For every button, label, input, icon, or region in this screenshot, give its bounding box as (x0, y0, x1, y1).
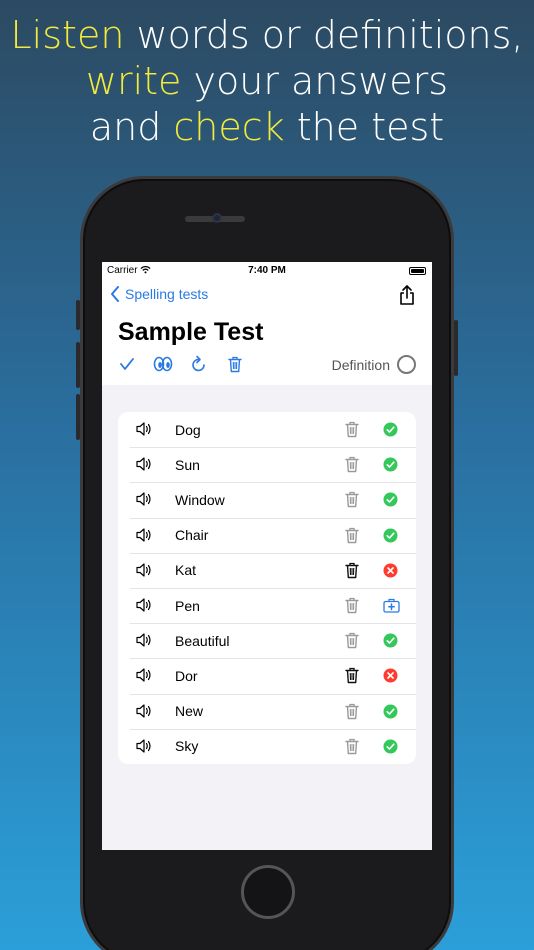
checkmark-circle-icon (383, 739, 398, 754)
back-button-label: Spelling tests (125, 286, 209, 302)
checkmark-circle-icon (383, 422, 398, 437)
app-screen: Carrier 7:40 PM Spelling tests Sample Te… (102, 262, 432, 850)
mute-switch (76, 300, 80, 330)
promo-headline: Listen words or definitions, write your … (0, 12, 534, 150)
speaker-icon[interactable] (135, 456, 153, 472)
delete-all-button[interactable] (224, 354, 246, 374)
speaker-icon[interactable] (135, 703, 153, 719)
checkmark-circle-icon (383, 528, 398, 543)
definition-toggle[interactable]: Definition (332, 355, 416, 374)
chevron-left-icon (111, 286, 119, 302)
eyes-icon (153, 356, 173, 372)
checkmark-circle-icon (383, 633, 398, 648)
checkmark-icon (120, 358, 134, 370)
trash-icon[interactable] (345, 527, 359, 544)
volume-up-button (76, 342, 80, 388)
check-test-button[interactable] (116, 354, 138, 374)
word-text: Dor (175, 667, 198, 684)
home-button[interactable] (241, 865, 295, 919)
volume-down-button (76, 394, 80, 440)
speaker-icon[interactable] (135, 632, 153, 648)
checkmark-circle-icon (383, 457, 398, 472)
header-area: Carrier 7:40 PM Spelling tests Sample Te… (102, 262, 432, 385)
reset-button[interactable] (188, 354, 210, 374)
definition-radio[interactable] (397, 355, 416, 374)
front-camera (212, 213, 222, 223)
refresh-icon (192, 355, 205, 372)
word-row[interactable]: Kat (118, 552, 416, 588)
word-row[interactable]: Dog (118, 412, 416, 447)
word-row[interactable]: Sky (118, 728, 416, 764)
trash-icon[interactable] (345, 491, 359, 508)
speaker-icon[interactable] (135, 421, 153, 437)
speaker-icon[interactable] (135, 562, 153, 578)
back-button[interactable]: Spelling tests (110, 286, 208, 302)
word-row[interactable]: Dor (118, 658, 416, 693)
speaker-icon[interactable] (135, 491, 153, 507)
word-text: Sky (175, 738, 199, 755)
trash-icon[interactable] (345, 667, 359, 684)
trash-icon[interactable] (345, 597, 359, 614)
definition-label: Definition (331, 356, 390, 373)
word-text: Chair (175, 527, 209, 544)
show-answers-button[interactable] (152, 354, 174, 374)
word-row[interactable]: Chair (118, 517, 416, 553)
word-row[interactable]: Beautiful (118, 623, 416, 658)
headline-line-2: write your answers (85, 59, 449, 103)
headline-line-1: Listen words or definitions, (10, 13, 524, 57)
speaker-icon[interactable] (135, 597, 153, 613)
trash-icon[interactable] (345, 703, 359, 720)
word-row[interactable]: New (118, 693, 416, 729)
word-row[interactable]: Sun (118, 447, 416, 482)
status-time: 7:40 PM (248, 265, 286, 276)
word-text: Pen (175, 597, 200, 614)
share-icon[interactable] (398, 284, 416, 306)
word-text: Beautiful (175, 632, 230, 649)
word-list: Dog Sun Window Chair Kat Pen Beautiful Dor New Sk… (118, 412, 416, 764)
add-to-dictionary-icon[interactable] (383, 598, 400, 613)
speaker-icon[interactable] (135, 527, 153, 543)
checkmark-circle-icon (383, 492, 398, 507)
word-row[interactable]: Window (118, 482, 416, 517)
status-bar: Carrier 7:40 PM (102, 264, 432, 278)
trash-icon (228, 356, 242, 372)
x-circle-icon (383, 668, 398, 683)
trash-icon[interactable] (345, 421, 359, 438)
toolbar (116, 354, 246, 374)
word-text: Window (175, 491, 225, 508)
page-title: Sample Test (118, 318, 264, 346)
battery-icon (409, 267, 426, 275)
power-button (454, 320, 458, 376)
speaker-icon[interactable] (135, 667, 153, 683)
x-circle-icon (383, 563, 398, 578)
word-row[interactable]: Pen (118, 587, 416, 623)
word-text: Sun (175, 456, 200, 473)
trash-icon[interactable] (345, 738, 359, 755)
word-text: Dog (175, 421, 201, 438)
speaker-icon[interactable] (135, 738, 153, 754)
word-text: New (175, 703, 204, 720)
trash-icon[interactable] (345, 456, 359, 473)
headline-line-3: and check the test (89, 105, 445, 149)
checkmark-circle-icon (383, 704, 398, 719)
trash-icon[interactable] (345, 632, 359, 649)
word-text: Kat (175, 562, 197, 579)
trash-icon[interactable] (345, 562, 359, 579)
